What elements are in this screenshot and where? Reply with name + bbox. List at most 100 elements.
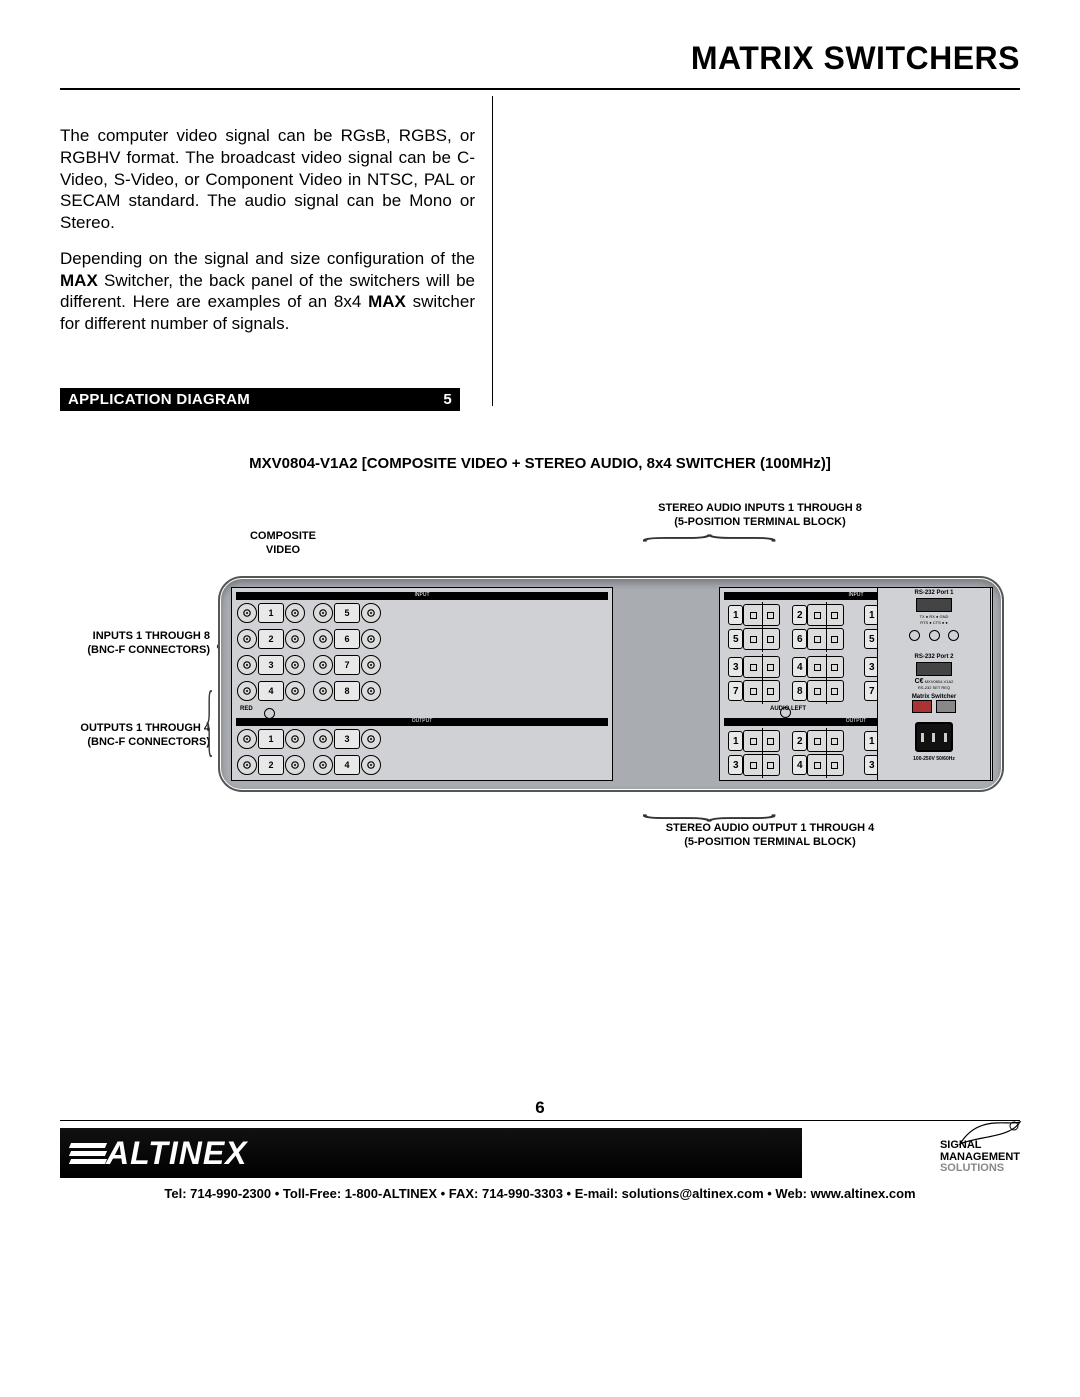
- terminal-block: [743, 680, 780, 702]
- terminal-block: [807, 680, 844, 702]
- label-outputs: OUTPUTS 1 THROUGH 4(BNC-F CONNECTORS): [50, 722, 210, 750]
- bnc-pair-1: 1: [236, 603, 306, 623]
- paragraph-1: The computer video signal can be RGsB, R…: [60, 125, 475, 234]
- terminal-number: 3: [728, 657, 743, 677]
- bnc-pair-3: 3: [312, 729, 382, 749]
- label-audio-inputs: STEREO AUDIO INPUTS 1 THROUGH 8(5-POSITI…: [630, 502, 890, 530]
- application-diagram: COMPOSITEVIDEO INPUTS 1 THROUGH 8(BNC-F …: [50, 490, 1030, 860]
- label-inputs: INPUTS 1 THROUGH 8(BNC-F CONNECTORS): [50, 630, 210, 658]
- rs232-port-1: [916, 598, 952, 612]
- bnc-connector: [237, 681, 257, 701]
- sms-l1: SIGNAL: [940, 1139, 982, 1151]
- bnc-number: 7: [334, 655, 360, 675]
- terminal-block: [743, 656, 780, 678]
- terminal-block: [807, 730, 844, 752]
- paragraph-2: Depending on the signal and size configu…: [60, 248, 475, 335]
- column-divider: [492, 96, 493, 406]
- audio-out-left-col: 24: [792, 728, 844, 778]
- bnc-connector: [361, 729, 381, 749]
- section-number: 5: [443, 391, 452, 408]
- bnc-connector: [285, 729, 305, 749]
- terminal-number: 4: [792, 755, 807, 775]
- video-input-row: 48: [236, 680, 382, 702]
- video-output-row: 24: [236, 754, 382, 776]
- body-column: The computer video signal can be RGsB, R…: [60, 125, 475, 349]
- bnc-connector: [285, 755, 305, 775]
- section-bar: APPLICATION DIAGRAM 5: [60, 388, 460, 411]
- terminal-number: 8: [792, 681, 807, 701]
- bnc-connector: [361, 655, 381, 675]
- bnc-pair-6: 6: [312, 629, 382, 649]
- audio-terminal-3: 3: [728, 656, 780, 678]
- bnc-connector: [313, 755, 333, 775]
- audio-in-left-col: 48: [792, 654, 844, 704]
- header-rule: [60, 88, 1020, 90]
- audio-out-left-col: 13: [728, 728, 780, 778]
- bnc-pair-4: 4: [236, 681, 306, 701]
- terminal-number: 2: [792, 731, 807, 751]
- bnc-connector: [237, 603, 257, 623]
- video-input-row: 15: [236, 602, 382, 624]
- video-panel: INPUT 15263748 RED OUTPUT 1324: [231, 587, 613, 781]
- bnc-connector: [237, 729, 257, 749]
- bnc-pair-1: 1: [236, 729, 306, 749]
- page-number: 6: [0, 1098, 1080, 1118]
- audio-terminal-4: 4: [792, 656, 844, 678]
- bnc-number: 3: [334, 729, 360, 749]
- terminal-number: 4: [792, 657, 807, 677]
- video-output-row: 13: [236, 728, 382, 750]
- ce-block: C€ MXV0804-V1A2RS-232 SET REQ: [878, 678, 990, 690]
- bnc-connector: [285, 629, 305, 649]
- label-composite-video: COMPOSITEVIDEO: [238, 530, 328, 558]
- audio-terminal-7: 7: [728, 680, 780, 702]
- strip-input-v: INPUT: [236, 592, 608, 600]
- diagram-model: MXV0804-V1A2: [249, 455, 362, 472]
- status-led-2: [929, 630, 940, 641]
- strip-output-v: OUTPUT: [236, 718, 608, 726]
- audio-in-left-col: 15: [728, 602, 780, 652]
- status-led-1: [909, 630, 920, 641]
- p2-bold2: MAX: [368, 292, 406, 311]
- bnc-connector: [313, 681, 333, 701]
- bnc-pair-5: 5: [312, 603, 382, 623]
- terminal-block: [743, 628, 780, 650]
- terminal-number: 1: [728, 731, 743, 751]
- bnc-connector: [361, 629, 381, 649]
- bnc-connector: [237, 755, 257, 775]
- bnc-connector: [285, 681, 305, 701]
- audio-in-left-col: 37: [728, 654, 780, 704]
- terminal-number: 1: [728, 605, 743, 625]
- terminal-number: 7: [728, 681, 743, 701]
- bnc-pair-4: 4: [312, 755, 382, 775]
- bnc-number: 4: [258, 681, 284, 701]
- bnc-connector: [313, 629, 333, 649]
- bnc-connector: [313, 603, 333, 623]
- power-switch: [912, 700, 932, 713]
- audio-terminal-5: 5: [728, 628, 780, 650]
- terminal-number: 5: [728, 629, 743, 649]
- bnc-number: 5: [334, 603, 360, 623]
- brace-audio-in: {: [638, 532, 798, 544]
- audio-terminal-2: 2: [792, 730, 844, 752]
- bnc-connector: [313, 729, 333, 749]
- bnc-connector: [313, 655, 333, 675]
- terminal-block: [807, 628, 844, 650]
- p2-bold1: MAX: [60, 271, 98, 290]
- terminal-number: 6: [792, 629, 807, 649]
- sms-logo: SIGNAL MANAGEMENT SOLUTIONS: [928, 1126, 1020, 1178]
- audio-terminal-3: 3: [728, 754, 780, 776]
- audio-terminal-1: 1: [728, 604, 780, 626]
- label-ac-rating: 100-250V 50/60Hz: [878, 756, 990, 762]
- bnc-number: 3: [258, 655, 284, 675]
- terminal-block: [743, 730, 780, 752]
- terminal-block: [743, 604, 780, 626]
- bnc-connector: [237, 629, 257, 649]
- bnc-number: 2: [258, 629, 284, 649]
- bnc-connector: [285, 655, 305, 675]
- audio-terminal-4: 4: [792, 754, 844, 776]
- bnc-connector: [361, 755, 381, 775]
- diagram-desc: [COMPOSITE VIDEO + STEREO AUDIO, 8x4 SWI…: [362, 455, 831, 472]
- audio-in-left-col: 26: [792, 602, 844, 652]
- rs232-port-2: [916, 662, 952, 676]
- bnc-number: 6: [334, 629, 360, 649]
